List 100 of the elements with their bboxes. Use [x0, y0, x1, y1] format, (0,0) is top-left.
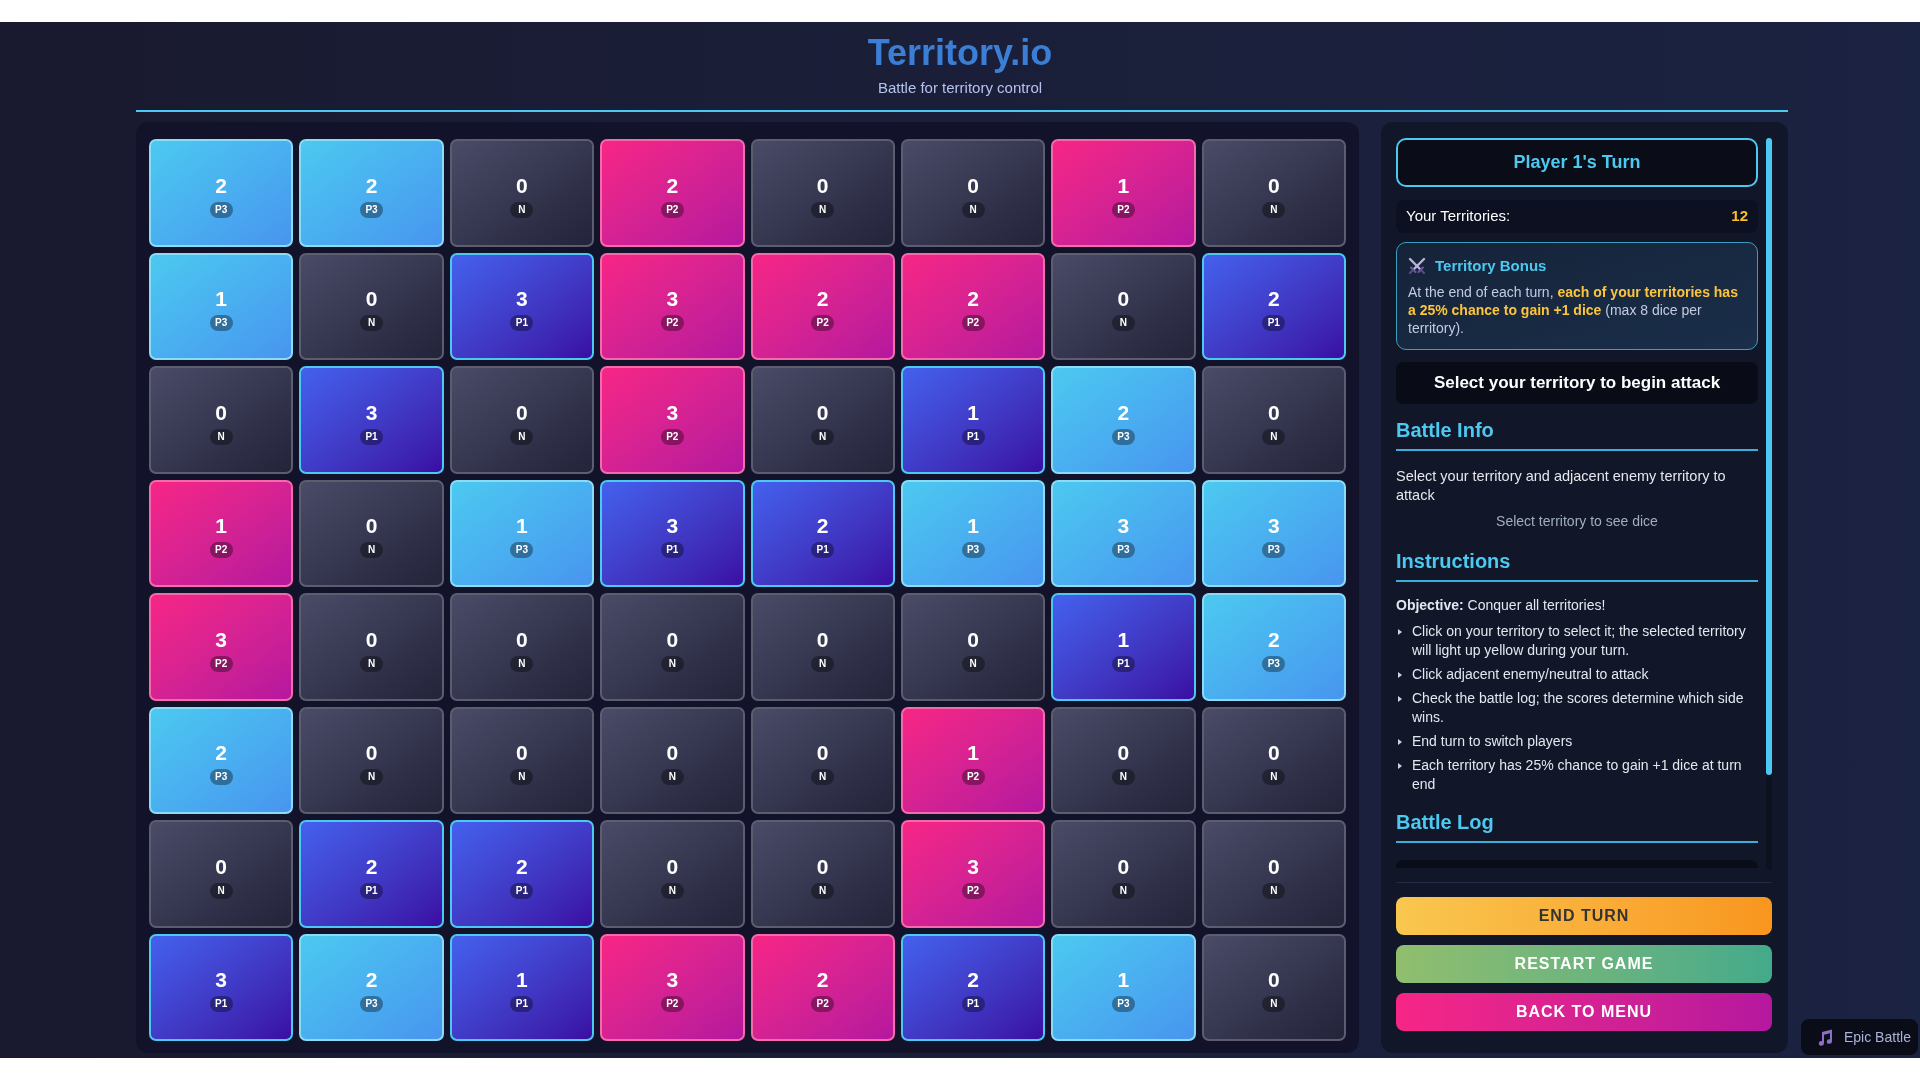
territory-tile[interactable]: 0 N — [1201, 820, 1346, 928]
dice-count: 2 — [666, 173, 679, 198]
territory-tile[interactable]: 0 N — [1201, 366, 1346, 474]
territory-tile[interactable]: 1 P2 — [900, 706, 1046, 814]
territory-tile[interactable]: 0 N — [900, 593, 1046, 701]
territory-tile[interactable]: 2 P3 — [149, 139, 294, 247]
territory-tile[interactable]: 0 N — [149, 820, 294, 928]
owner-badge: N — [510, 428, 534, 445]
territory-tile[interactable]: 0 N — [750, 820, 895, 928]
territory-tile[interactable]: 0 N — [299, 252, 444, 360]
dice-count: 0 — [365, 741, 378, 766]
owner-badge: N — [209, 428, 233, 445]
territory-tile[interactable]: 0 N — [750, 593, 895, 701]
territory-tile[interactable]: 1 P3 — [900, 479, 1046, 587]
territory-tile[interactable]: 0 N — [299, 593, 444, 701]
territory-tile[interactable]: 3 P1 — [149, 933, 294, 1041]
action-button[interactable]: BACK TO MENU — [1396, 993, 1772, 1031]
territory-tile[interactable]: 2 P2 — [900, 252, 1046, 360]
territory-tile[interactable]: 2 P3 — [149, 706, 294, 814]
territory-tile[interactable]: 0 N — [299, 706, 444, 814]
owner-badge: N — [1262, 882, 1286, 899]
territory-tile[interactable]: 1 P3 — [1051, 933, 1196, 1041]
territory-tile[interactable]: 0 N — [900, 139, 1046, 247]
territory-tile[interactable]: 1 P2 — [149, 479, 294, 587]
instruction-text: Click on your territory to select it; the selected territory will light up yellow during your turn. — [1412, 622, 1747, 660]
owner-badge: P1 — [811, 542, 835, 559]
music-button[interactable]: Epic Battle — [1801, 1019, 1918, 1055]
territory-tile[interactable]: 1 P1 — [1051, 593, 1196, 701]
territory-tile[interactable]: 1 P3 — [449, 479, 595, 587]
territory-tile[interactable]: 2 P3 — [1051, 366, 1196, 474]
territory-tile[interactable]: 2 P2 — [600, 139, 745, 247]
territory-tile[interactable]: 0 N — [1201, 933, 1346, 1041]
territory-tile[interactable]: 3 P2 — [900, 820, 1046, 928]
territory-tile[interactable]: 2 P1 — [900, 933, 1046, 1041]
dice-count: 0 — [666, 854, 679, 879]
territory-tile[interactable]: 0 N — [1201, 139, 1346, 247]
territory-tile[interactable]: 2 P2 — [750, 252, 895, 360]
owner-badge: N — [961, 655, 985, 672]
territory-tile[interactable]: 3 P1 — [449, 252, 595, 360]
owner-badge: P1 — [1262, 315, 1286, 332]
territory-tile[interactable]: 0 N — [1201, 706, 1346, 814]
territory-tile[interactable]: 2 P3 — [299, 933, 444, 1041]
territory-tile[interactable]: 3 P2 — [149, 593, 294, 701]
dice-count: 0 — [816, 854, 829, 879]
dice-count: 2 — [1267, 627, 1280, 652]
dice-count: 0 — [816, 400, 829, 425]
dice-count: 0 — [1117, 287, 1130, 312]
territory-tile[interactable]: 2 P3 — [299, 139, 444, 247]
territory-tile[interactable]: 3 P2 — [600, 366, 745, 474]
territory-tile[interactable]: 2 P1 — [1201, 252, 1346, 360]
territory-tile[interactable]: 2 P1 — [299, 820, 444, 928]
territory-tile[interactable]: 0 N — [750, 706, 895, 814]
territory-tile[interactable]: 1 P1 — [449, 933, 595, 1041]
territory-tile[interactable]: 0 N — [750, 139, 895, 247]
owner-badge: P1 — [660, 542, 684, 559]
dice-count: 3 — [967, 854, 979, 879]
territory-tile[interactable]: 0 N — [449, 706, 595, 814]
owner-badge: P2 — [209, 655, 233, 672]
territory-tile[interactable]: 2 P2 — [750, 933, 895, 1041]
owner-badge: N — [1111, 315, 1135, 332]
section-heading: Battle Log — [1396, 810, 1495, 834]
territory-tile[interactable]: 0 N — [1051, 820, 1196, 928]
owner-badge: P2 — [1111, 201, 1135, 218]
owner-badge: P3 — [360, 201, 384, 218]
dice-count: 3 — [666, 514, 679, 539]
territory-tile[interactable]: 1 P1 — [900, 366, 1046, 474]
territory-tile[interactable]: 3 P2 — [600, 933, 745, 1041]
territory-tile[interactable]: 0 N — [600, 593, 745, 701]
owner-badge: P2 — [660, 428, 684, 445]
owner-badge: P2 — [961, 769, 985, 786]
territory-tile[interactable]: 0 N — [149, 366, 294, 474]
territory-tile[interactable]: 0 N — [750, 366, 895, 474]
dice-count: 2 — [1267, 287, 1280, 312]
territory-tile[interactable]: 3 P3 — [1201, 479, 1346, 587]
territory-tile[interactable]: 2 P3 — [1201, 593, 1346, 701]
territory-tile[interactable]: 3 P1 — [299, 366, 444, 474]
action-button[interactable]: END TURN — [1396, 897, 1772, 935]
territory-tile[interactable]: 3 P1 — [600, 479, 745, 587]
territory-tile[interactable]: 0 N — [449, 139, 595, 247]
territory-tile[interactable]: 2 P1 — [449, 820, 595, 928]
territory-tile[interactable]: 0 N — [600, 706, 745, 814]
owner-badge: P2 — [660, 201, 684, 218]
territory-tile[interactable]: 0 N — [1051, 706, 1196, 814]
dice-hint: Select territory to see dice — [1495, 512, 1659, 531]
owner-badge: N — [360, 315, 384, 332]
territory-tile[interactable]: 3 P2 — [600, 252, 745, 360]
territory-tile[interactable]: 0 N — [600, 820, 745, 928]
owner-badge: P3 — [360, 996, 384, 1013]
dice-count: 1 — [516, 968, 528, 993]
territory-tile[interactable]: 1 P3 — [149, 252, 294, 360]
territory-tile[interactable]: 1 P2 — [1051, 139, 1196, 247]
crossed-swords-icon — [1408, 257, 1426, 275]
dice-count: 0 — [816, 741, 829, 766]
dice-count: 1 — [215, 287, 228, 312]
territory-tile[interactable]: 0 N — [449, 593, 595, 701]
territory-tile[interactable]: 2 P1 — [750, 479, 895, 587]
territory-tile[interactable]: 3 P3 — [1051, 479, 1196, 587]
territory-tile[interactable]: 0 N — [299, 479, 444, 587]
territory-tile[interactable]: 0 N — [1051, 252, 1196, 360]
territory-tile[interactable]: 0 N — [449, 366, 595, 474]
